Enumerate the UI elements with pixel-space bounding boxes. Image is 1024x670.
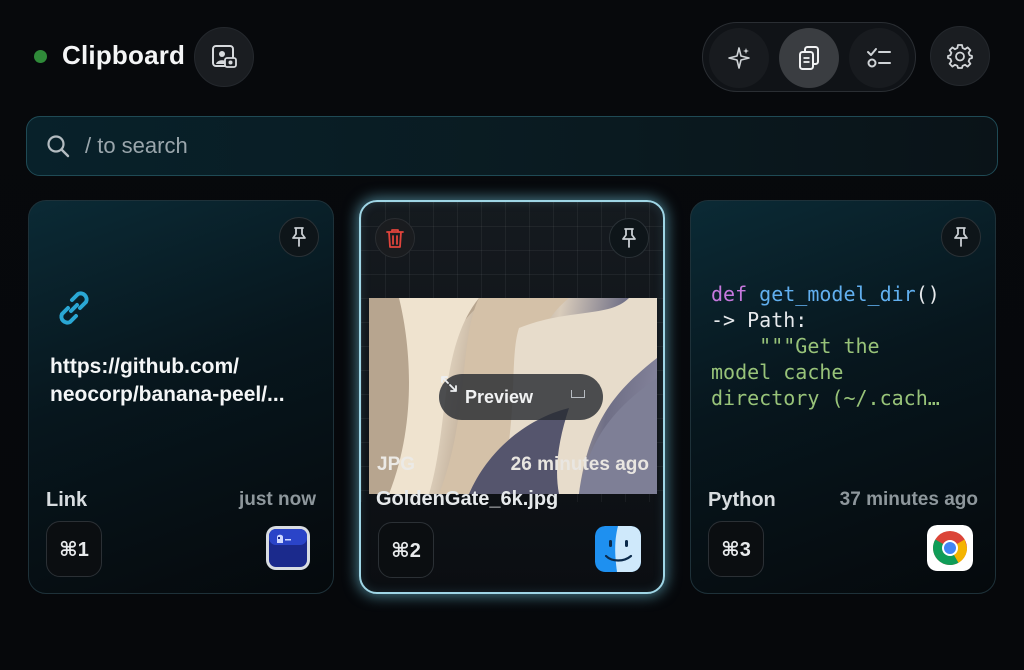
pin-button[interactable] <box>279 217 319 257</box>
header: Clipboard <box>0 0 1024 112</box>
file-name: GoldenGate_6k.jpg <box>376 488 559 510</box>
link-url-line-2: neocorp/banana-peel/... <box>50 383 285 406</box>
pin-button[interactable] <box>609 218 649 258</box>
shortcut-badge[interactable]: ⌘1 <box>46 521 102 577</box>
code-line-4: model cache <box>711 360 844 384</box>
search-input[interactable] <box>85 126 997 166</box>
link-url-line-1: https://github.com/ <box>50 355 239 378</box>
pin-button[interactable] <box>941 217 981 257</box>
code-line-2: -> Path: <box>711 308 808 332</box>
clip-card-link[interactable]: https://github.com/ neocorp/banana-peel/… <box>28 200 334 594</box>
screenshot-button[interactable] <box>194 27 254 87</box>
clip-timestamp: 26 minutes ago <box>510 454 649 475</box>
pin-icon <box>292 227 306 247</box>
code-line-5: directory (~/.cach… <box>711 386 940 410</box>
checklist-mode-button[interactable] <box>849 28 909 88</box>
clip-type-label: Link <box>46 488 88 511</box>
delete-button[interactable] <box>375 218 415 258</box>
finder-app-icon <box>595 526 641 572</box>
pin-icon <box>954 227 968 247</box>
card-meta: Python 37 minutes ago <box>708 487 978 513</box>
settings-button[interactable] <box>930 26 990 86</box>
clip-card-image[interactable]: Preview JPG 26 minutes ago GoldenGate_6k… <box>359 200 665 594</box>
clipboard-window: Clipboard / to search https://github.com… <box>0 0 1024 670</box>
checklist-icon <box>867 48 891 68</box>
search-bar[interactable] <box>26 116 998 176</box>
sparkles-icon <box>728 47 750 69</box>
terminal-app-icon <box>265 525 311 571</box>
card-meta: Link just now <box>46 487 316 513</box>
clipboard-mode-button[interactable] <box>779 28 839 88</box>
chrome-app-icon <box>927 525 973 571</box>
search-icon <box>47 135 70 158</box>
code-snippet: def get_model_dir() -> Path: """Get the mo… <box>711 281 985 411</box>
status-indicator <box>34 50 47 63</box>
pin-icon <box>622 228 636 248</box>
preview-label: Preview <box>465 386 534 407</box>
clip-type-label: Python <box>708 488 776 511</box>
image-thumbnail[interactable]: Preview JPG 26 minutes ago <box>369 298 657 494</box>
clipboard-icon <box>799 46 819 70</box>
clip-timestamp: 37 minutes ago <box>839 489 978 510</box>
app-title: Clipboard <box>62 40 186 70</box>
shortcut-badge[interactable]: ⌘3 <box>708 521 764 577</box>
shortcut-badge[interactable]: ⌘2 <box>378 522 434 578</box>
code-line-1: def get_model_dir() <box>711 282 940 306</box>
clip-timestamp: just now <box>238 489 316 510</box>
clip-card-code[interactable]: def get_model_dir() -> Path: """Get the mo… <box>690 200 996 594</box>
screenshot-icon <box>212 45 237 68</box>
spacebar-icon <box>571 390 585 398</box>
trash-icon <box>386 229 404 248</box>
link-url: https://github.com/ neocorp/banana-peel/… <box>50 353 322 409</box>
code-line-3: """Get the <box>711 334 880 358</box>
mode-switcher <box>702 22 916 92</box>
preview-button[interactable]: Preview <box>439 374 603 420</box>
gear-icon <box>947 44 973 69</box>
link-icon <box>59 291 89 325</box>
expand-icon <box>441 376 457 392</box>
image-type-label: JPG <box>377 454 416 475</box>
ai-mode-button[interactable] <box>709 28 769 88</box>
